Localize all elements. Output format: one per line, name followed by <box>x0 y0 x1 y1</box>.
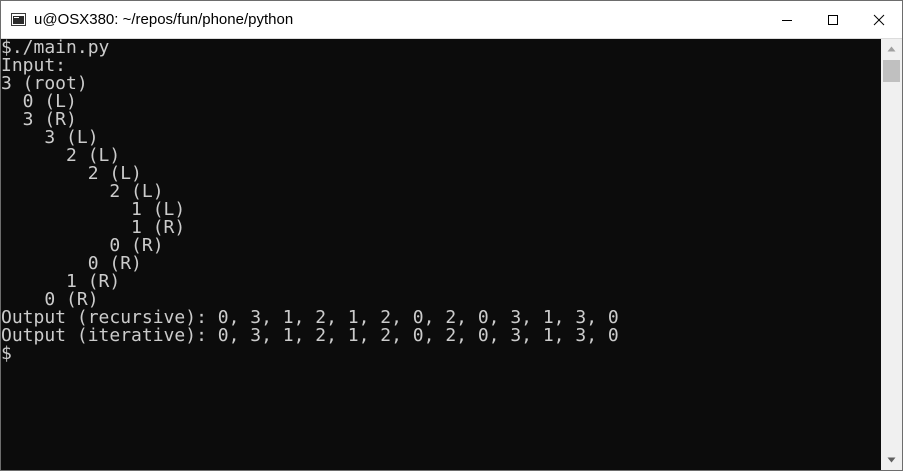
maximize-icon <box>828 14 838 25</box>
maximize-button[interactable] <box>810 1 856 38</box>
terminal-line: 3 (R) <box>1 109 77 130</box>
terminal-line: Output (iterative): 0, 3, 1, 2, 1, 2, 0,… <box>1 325 619 346</box>
arrow-up-icon <box>887 46 896 52</box>
terminal-line: 3 (L) <box>1 127 99 148</box>
terminal-output[interactable]: $./main.py Input: 3 (root) 0 (L) 3 (R) 3… <box>1 39 881 470</box>
terminal-line: 3 (root) <box>1 73 88 94</box>
scroll-up-button[interactable] <box>881 39 902 59</box>
close-button[interactable] <box>856 1 902 38</box>
console-icon[interactable] <box>11 13 26 26</box>
terminal-prompt: $ <box>1 343 12 364</box>
terminal-line: 0 (L) <box>1 91 77 112</box>
window-controls <box>764 1 902 38</box>
scroll-down-button[interactable] <box>881 450 902 470</box>
window-title: u@OSX380: ~/repos/fun/phone/python <box>34 11 294 28</box>
vertical-scrollbar[interactable] <box>881 39 902 470</box>
terminal-window: u@OSX380: ~/repos/fun/phone/python $./ma… <box>0 0 903 471</box>
minimize-button[interactable] <box>764 1 810 38</box>
close-icon <box>873 14 885 25</box>
terminal-line: Input: <box>1 55 67 76</box>
arrow-down-icon <box>887 457 896 463</box>
terminal-line: 0 (R) <box>1 253 142 274</box>
scroll-thumb[interactable] <box>883 60 900 82</box>
minimize-icon <box>782 19 792 21</box>
terminal-line: $./main.py <box>1 39 110 58</box>
terminal-line: 1 (R) <box>1 271 121 292</box>
title-bar[interactable]: u@OSX380: ~/repos/fun/phone/python <box>1 1 902 39</box>
